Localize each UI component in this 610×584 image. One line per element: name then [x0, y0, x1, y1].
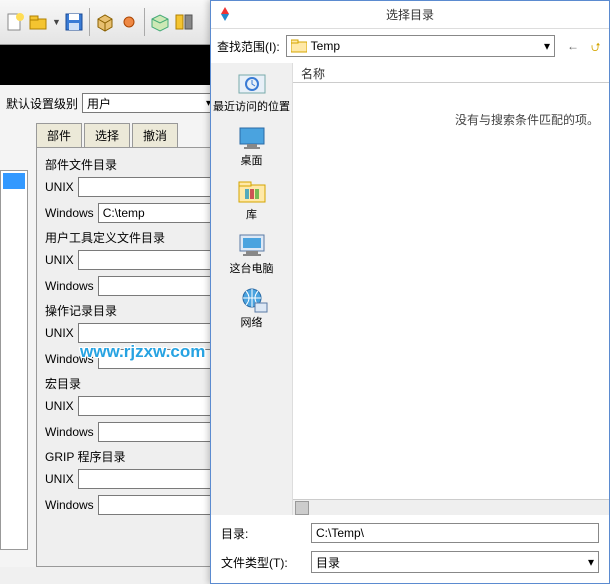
- tabs: 部件 选择 撤消: [36, 123, 214, 147]
- tab-undo[interactable]: 撤消: [132, 123, 178, 147]
- dot-icon[interactable]: [118, 11, 140, 33]
- tab-select[interactable]: 选择: [84, 123, 130, 147]
- col-name[interactable]: 名称: [293, 63, 609, 83]
- type-combo[interactable]: 目录: [311, 551, 599, 573]
- file-list[interactable]: 名称 没有与搜索条件匹配的项。: [293, 63, 609, 515]
- section-title: 用户工具定义文件目录: [45, 229, 209, 246]
- unix-label: UNIX: [45, 253, 74, 267]
- level-combo[interactable]: 用户: [82, 93, 214, 113]
- place-recent[interactable]: 最近访问的位置: [211, 69, 292, 113]
- place-libraries[interactable]: 库: [211, 177, 292, 221]
- look-in-combo[interactable]: Temp: [286, 35, 555, 57]
- place-label: 最近访问的位置: [213, 101, 290, 113]
- dialog-title-bar: 选择目录: [211, 1, 609, 29]
- unix-input[interactable]: [78, 323, 214, 343]
- place-label: 桌面: [241, 155, 263, 167]
- unix-input[interactable]: [78, 177, 214, 197]
- unix-label: UNIX: [45, 472, 74, 486]
- section-title: 宏目录: [45, 375, 209, 392]
- dropdown-icon[interactable]: ▼: [52, 17, 61, 27]
- windows-label: Windows: [45, 352, 94, 366]
- place-network[interactable]: 网络: [211, 285, 292, 329]
- open-icon[interactable]: [28, 11, 50, 33]
- look-in-label: 查找范围(I):: [217, 38, 280, 55]
- place-desktop[interactable]: 桌面: [211, 123, 292, 167]
- app-icon: [217, 6, 233, 22]
- unix-input[interactable]: [78, 396, 214, 416]
- empty-message: 没有与搜索条件匹配的项。: [293, 83, 609, 499]
- place-computer[interactable]: 这台电脑: [211, 231, 292, 275]
- dialog-title: 选择目录: [386, 6, 434, 23]
- recent-icon: [235, 69, 269, 99]
- section-title: 操作记录目录: [45, 302, 209, 319]
- windows-input[interactable]: [98, 276, 214, 296]
- type-label: 文件类型(T):: [221, 554, 301, 571]
- unix-label: UNIX: [45, 180, 74, 194]
- windows-label: Windows: [45, 498, 94, 512]
- box-icon[interactable]: [94, 11, 116, 33]
- choose-dir-dialog: 选择目录 查找范围(I): Temp ← ⮍ 最近访问的位置桌面库这台电脑网络 …: [210, 0, 610, 584]
- place-label: 网络: [241, 317, 263, 329]
- up-button[interactable]: ⮍: [585, 37, 603, 55]
- save-icon[interactable]: [63, 11, 85, 33]
- place-label: 这台电脑: [230, 263, 274, 275]
- dir-label: 目录:: [221, 525, 301, 542]
- tab-part[interactable]: 部件: [36, 123, 82, 147]
- main-toolbar: ▼: [0, 0, 220, 45]
- unix-input[interactable]: [78, 469, 214, 489]
- unix-label: UNIX: [45, 326, 74, 340]
- windows-input[interactable]: [98, 495, 214, 515]
- windows-input[interactable]: [98, 349, 214, 369]
- unix-input[interactable]: [78, 250, 214, 270]
- side-tree[interactable]: [0, 170, 28, 550]
- windows-label: Windows: [45, 425, 94, 439]
- places-bar: 最近访问的位置桌面库这台电脑网络: [211, 63, 293, 515]
- h-scrollbar[interactable]: [293, 499, 609, 515]
- form-panel: 部件文件目录 UNIX Windows 用户工具定义文件目录 UNIX Windows 操作…: [36, 147, 214, 567]
- windows-label: Windows: [45, 279, 94, 293]
- folder-icon: [291, 39, 307, 53]
- section-title: 部件文件目录: [45, 156, 209, 173]
- new-icon[interactable]: [4, 11, 26, 33]
- pkg-icon[interactable]: [149, 11, 171, 33]
- computer-icon: [235, 231, 269, 261]
- desktop-icon: [235, 123, 269, 153]
- content-gap: [0, 45, 220, 85]
- place-label: 库: [246, 209, 257, 221]
- merge-icon[interactable]: [173, 11, 195, 33]
- back-button[interactable]: ←: [561, 37, 579, 55]
- windows-input[interactable]: [98, 422, 214, 442]
- dir-input[interactable]: [311, 523, 599, 543]
- network-icon: [235, 285, 269, 315]
- windows-label: Windows: [45, 206, 94, 220]
- level-label: 默认设置级别: [6, 95, 78, 112]
- libraries-icon: [235, 177, 269, 207]
- section-title: GRIP 程序目录: [45, 448, 209, 465]
- unix-label: UNIX: [45, 399, 74, 413]
- windows-input[interactable]: [98, 203, 214, 223]
